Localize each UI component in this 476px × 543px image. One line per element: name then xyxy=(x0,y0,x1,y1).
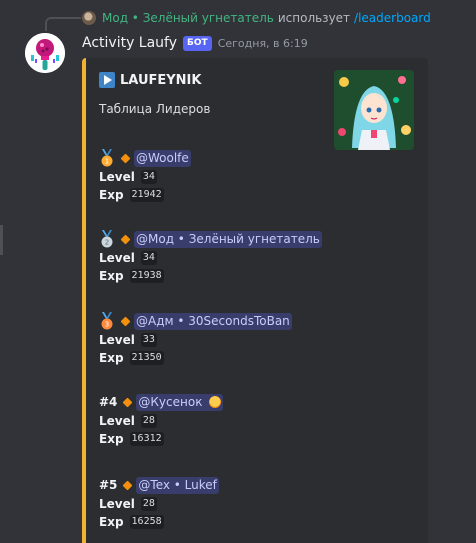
exp-row: Exp 21350 xyxy=(99,349,409,367)
leaderboard-embed: LAUFEYNIK Таблица Лидеров 1 @Woolfe Leve… xyxy=(82,58,428,543)
reply-connector xyxy=(45,17,81,31)
exp-label: Exp xyxy=(99,188,124,202)
bot-badge: БОТ xyxy=(183,35,212,51)
reply-command[interactable]: /leaderboard xyxy=(354,11,431,25)
exp-label: Exp xyxy=(99,515,124,529)
level-value: 28 xyxy=(140,414,157,428)
level-label: Level xyxy=(99,251,135,265)
user-mention[interactable]: @Кусенок xyxy=(136,393,224,411)
level-row: Level 34 xyxy=(99,168,409,186)
pleading-face-emoji-icon xyxy=(209,395,222,408)
user-mention-text: @Кусенок xyxy=(138,394,203,409)
level-label: Level xyxy=(99,333,135,347)
user-mention[interactable]: @Woolfe xyxy=(134,149,191,167)
level-row: Level 33 xyxy=(99,331,409,349)
exp-label: Exp xyxy=(99,351,124,365)
reply-text: использует xyxy=(277,11,351,25)
level-value: 34 xyxy=(140,170,157,184)
exp-value: 16258 xyxy=(129,515,164,529)
user-mention[interactable]: @Tex • Lukef xyxy=(136,476,219,494)
message-timestamp[interactable]: Сегодня, в 6:19 xyxy=(218,37,308,50)
rank-number: #5 xyxy=(99,478,118,492)
orange-diamond-icon xyxy=(120,316,131,326)
second-place-medal-icon: 2 xyxy=(101,230,113,248)
level-row: Level 28 xyxy=(99,412,409,430)
user-mention[interactable]: @Мод • Зелёный угнетатель xyxy=(134,230,322,248)
exp-row: Exp 21938 xyxy=(99,267,409,285)
level-label: Level xyxy=(99,497,135,511)
leaderboard-entry-4: #4 @Кусенок Level 28 Exp 16312 xyxy=(99,392,409,448)
svg-text:2: 2 xyxy=(105,239,109,247)
orange-diamond-icon xyxy=(122,397,133,407)
reply-reference[interactable]: Мод • Зелёный угнетатель использует /lea… xyxy=(82,9,431,27)
exp-value: 16312 xyxy=(129,432,164,446)
exp-value: 21942 xyxy=(129,188,164,202)
level-row: Level 34 xyxy=(99,249,409,267)
leaderboard-entry-3: 3 @Адм • 30SecondsToBan Level 33 Exp 213… xyxy=(99,311,409,367)
embed-description: Таблица Лидеров xyxy=(99,102,211,116)
orange-diamond-icon xyxy=(120,153,131,163)
level-label: Level xyxy=(99,170,135,184)
exp-label: Exp xyxy=(99,269,124,283)
exp-value: 21350 xyxy=(129,351,164,365)
svg-text:1: 1 xyxy=(105,158,109,166)
reply-username[interactable]: Мод • Зелёный угнетатель xyxy=(102,11,274,25)
first-place-medal-icon: 1 xyxy=(101,149,113,167)
exp-row: Exp 16258 xyxy=(99,513,409,531)
reply-user-avatar[interactable] xyxy=(82,11,96,25)
bot-avatar[interactable] xyxy=(25,33,65,73)
leaderboard-entry-2: 2 @Мод • Зелёный угнетатель Level 34 Exp… xyxy=(99,229,409,285)
user-mention[interactable]: @Адм • 30SecondsToBan xyxy=(134,312,292,330)
exp-value: 21938 xyxy=(129,269,164,283)
embed-author-name: LAUFEYNIK xyxy=(120,72,202,88)
embed-author: LAUFEYNIK xyxy=(99,72,201,88)
level-value: 34 xyxy=(140,251,157,265)
rank-number: #4 xyxy=(99,395,118,409)
orange-diamond-icon xyxy=(120,234,131,244)
level-row: Level 28 xyxy=(99,495,409,513)
scroll-edge xyxy=(0,225,3,255)
microphone-logo-icon xyxy=(25,33,65,73)
level-label: Level xyxy=(99,414,135,428)
leaderboard-entry-5: #5 @Tex • Lukef Level 28 Exp 16258 xyxy=(99,475,409,531)
leaderboard-entry-1: 1 @Woolfe Level 34 Exp 21942 xyxy=(99,148,409,204)
svg-text:3: 3 xyxy=(105,321,109,329)
exp-row: Exp 21942 xyxy=(99,186,409,204)
level-value: 28 xyxy=(140,497,157,511)
play-button-icon xyxy=(99,72,115,88)
message-author[interactable]: Activity Laufy xyxy=(82,35,177,51)
third-place-medal-icon: 3 xyxy=(101,312,113,330)
embed-thumbnail[interactable] xyxy=(334,70,414,150)
level-value: 33 xyxy=(140,333,157,347)
orange-diamond-icon xyxy=(122,480,133,490)
exp-label: Exp xyxy=(99,432,124,446)
anime-girl-thumbnail-icon xyxy=(334,70,414,150)
exp-row: Exp 16312 xyxy=(99,430,409,448)
message-header: Activity Laufy БОТ Сегодня, в 6:19 xyxy=(82,35,308,51)
